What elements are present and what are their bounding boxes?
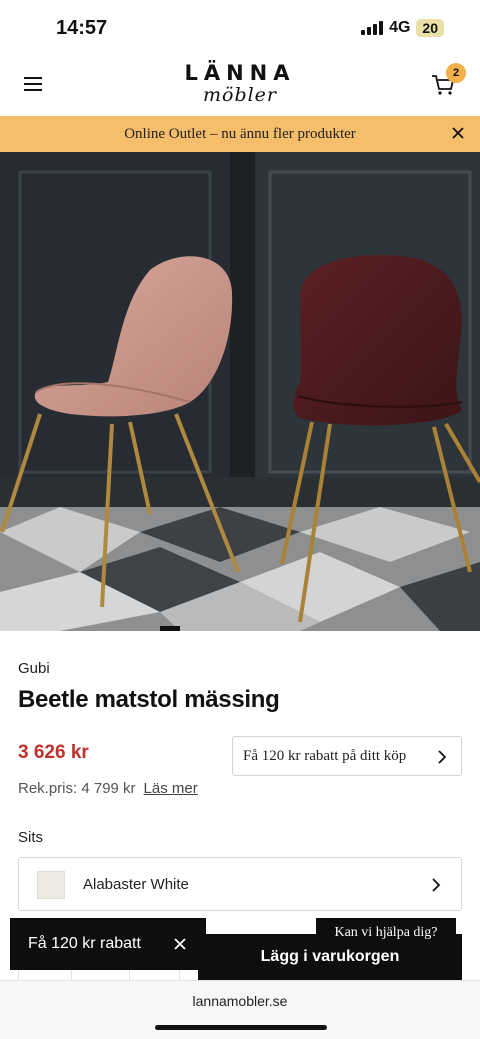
site-logo[interactable]: LÄNNA möbler: [0, 62, 480, 106]
logo-sub-text: möbler: [202, 84, 278, 106]
status-time: 14:57: [56, 17, 108, 39]
read-more-link[interactable]: Läs mer: [144, 780, 198, 797]
close-icon[interactable]: [450, 125, 466, 141]
status-indicators: 4G 20: [361, 19, 444, 37]
discount-offer-text: Få 120 kr rabatt på ditt köp: [243, 747, 407, 764]
seat-option-label: Sits: [18, 829, 44, 846]
help-chat-button[interactable]: Kan vi hjälpa dig?: [316, 918, 456, 948]
chevron-right-icon: [438, 750, 447, 764]
product-title: Beetle matstol mässing: [18, 686, 280, 713]
cart-count-badge: 2: [446, 63, 466, 83]
signal-icon: [361, 21, 384, 35]
product-image[interactable]: [0, 152, 480, 631]
discount-toast[interactable]: Få 120 kr rabatt: [10, 918, 206, 970]
discount-offer-button[interactable]: Få 120 kr rabatt på ditt köp: [232, 736, 462, 776]
browser-url[interactable]: lannamobler.se: [0, 993, 480, 1009]
seat-option-value: Alabaster White: [83, 876, 189, 893]
network-type: 4G: [389, 19, 411, 36]
status-bar: 14:57 4G 20: [0, 0, 480, 56]
discount-toast-text: Få 120 kr rabatt: [28, 935, 141, 952]
seat-option-select[interactable]: Alabaster White: [18, 857, 462, 911]
home-indicator[interactable]: [155, 1025, 327, 1030]
promo-banner-text: Online Outlet – nu ännu fler produkter: [124, 125, 356, 142]
close-icon[interactable]: [174, 938, 186, 950]
product-price: 3 626 kr: [18, 742, 89, 763]
site-header: LÄNNA möbler 2: [0, 56, 480, 116]
browser-address-bar[interactable]: lannamobler.se: [0, 980, 480, 1039]
cart-button[interactable]: 2: [430, 63, 466, 98]
logo-main-text: LÄNNA: [184, 61, 296, 85]
chevron-right-icon: [432, 878, 441, 892]
product-brand[interactable]: Gubi: [18, 660, 50, 677]
recommended-price-label: Rek.pris: 4 799 kr: [18, 780, 136, 797]
recommended-price: Rek.pris: 4 799 kr Läs mer: [18, 780, 198, 797]
color-swatch: [37, 871, 65, 899]
battery-icon: 20: [416, 19, 444, 37]
promo-banner[interactable]: Online Outlet – nu ännu fler produkter: [0, 116, 480, 152]
